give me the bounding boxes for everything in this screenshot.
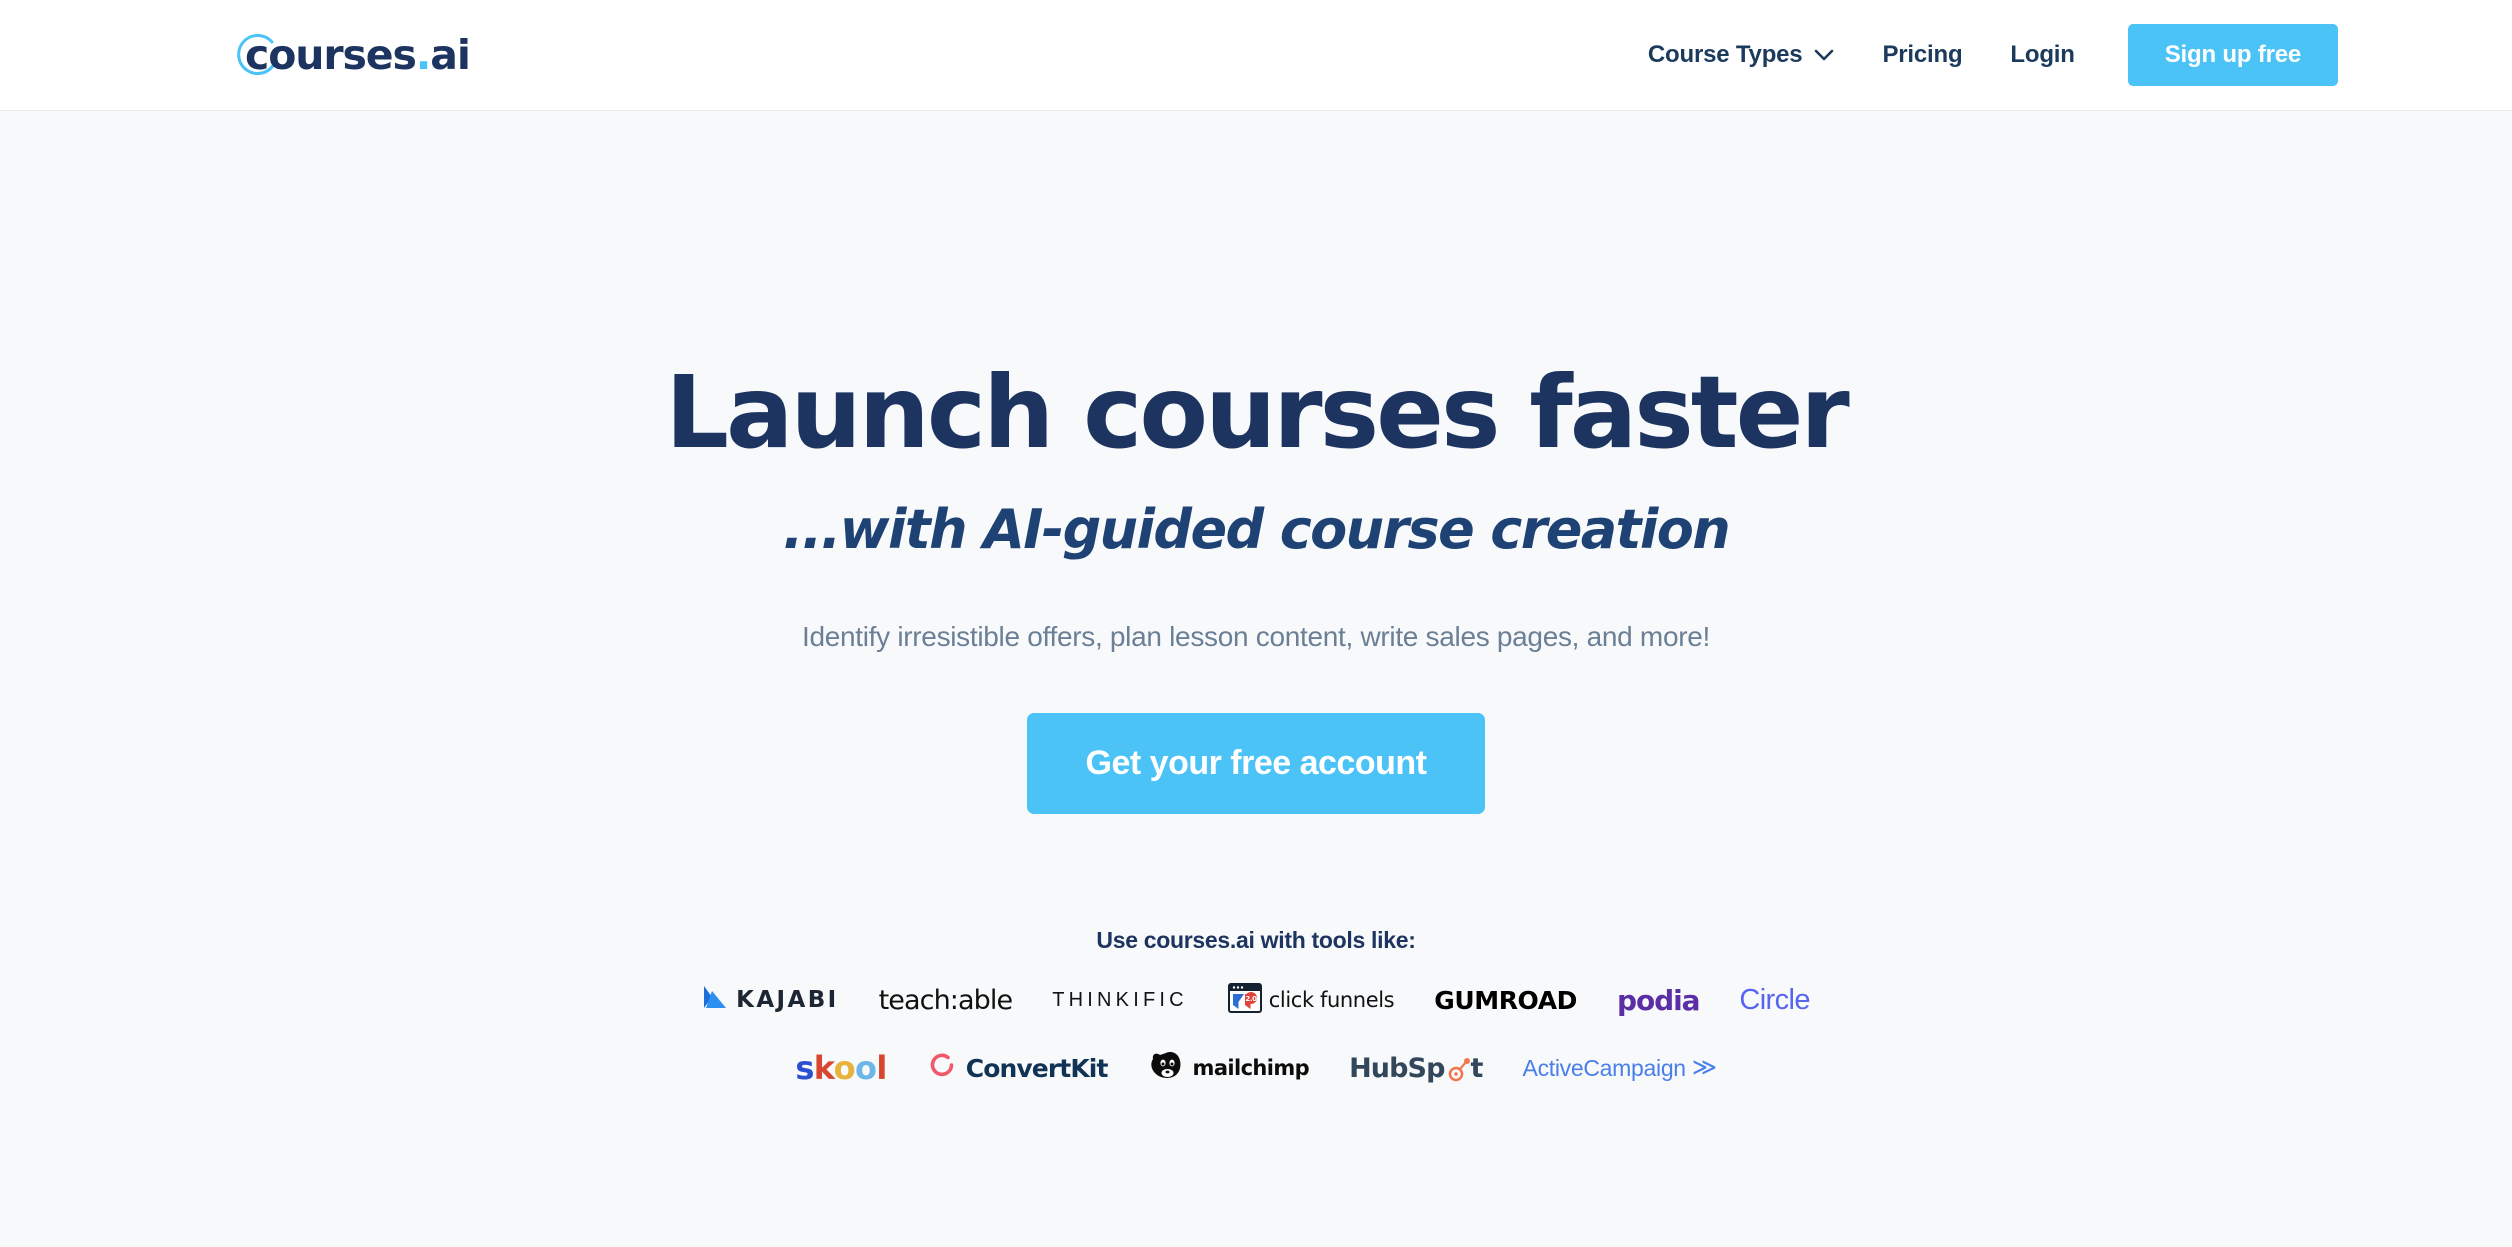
skool-letter-s: s [795, 1049, 814, 1087]
site-logo[interactable]: courses.ai [232, 29, 471, 81]
hubspot-label-a: HubSp [1349, 1052, 1445, 1084]
nav-item-login-label: Login [2010, 41, 2075, 68]
tool-logo-podia[interactable]: podia [1617, 977, 1700, 1023]
mailchimp-label: mailchimp [1192, 1056, 1310, 1080]
hero-description: Identify irresistible offers, plan lesso… [801, 621, 1711, 652]
convertkit-label: ConvertKit [965, 1053, 1109, 1083]
tool-logo-convertkit[interactable]: ConvertKit [927, 1045, 1108, 1091]
svg-text:2.0: 2.0 [1245, 995, 1257, 1003]
activecampaign-chevron-icon: ≫ [1691, 1054, 1717, 1081]
clickfunnels-mark-icon: 2.0 [1227, 982, 1262, 1018]
gumroad-label: GUMROAD [1434, 985, 1578, 1015]
primary-navigation: Course Types Pricing Login Sign up free [1624, 24, 2338, 86]
tool-logo-circle[interactable]: Circle [1739, 977, 1810, 1023]
skool-letter-l: l [876, 1049, 887, 1087]
chevron-down-icon [1814, 49, 1834, 61]
circle-label: Circle [1739, 983, 1810, 1016]
nav-item-course-types-label: Course Types [1647, 41, 1803, 68]
activecampaign-label: ActiveCampaign [1522, 1054, 1687, 1081]
nav-item-pricing-label: Pricing [1882, 41, 1963, 68]
clickfunnels-label: click funnels [1268, 988, 1395, 1012]
mailchimp-freddie-icon [1148, 1046, 1188, 1091]
get-free-account-button[interactable]: Get your free account [1026, 713, 1486, 814]
nav-item-login[interactable]: Login [1986, 41, 2098, 69]
teachable-label: teach:able [878, 984, 1014, 1016]
hubspot-sprocket-icon [1445, 1053, 1471, 1084]
logo-text-main: courses [245, 30, 417, 79]
tool-logo-thinkific[interactable]: THINKIFIC [1052, 977, 1188, 1023]
tool-logo-kajabi[interactable]: KAJABI [702, 977, 838, 1023]
tool-logo-teachable[interactable]: teach:able [878, 977, 1014, 1023]
logo-text-dot: . [415, 30, 432, 79]
skool-letter-o2: o [855, 1049, 877, 1087]
tool-logo-row-2: skool ConvertKit mailchimp HubSp t Activ… [0, 1045, 2512, 1091]
convertkit-mark-icon [927, 1050, 957, 1086]
tool-logo-mailchimp[interactable]: mailchimp [1148, 1045, 1310, 1091]
tool-logo-skool[interactable]: skool [795, 1045, 887, 1091]
tools-heading: Use courses.ai with tools like: [1096, 927, 1416, 953]
skool-letter-k: k [813, 1049, 834, 1087]
tool-logo-gumroad[interactable]: GUMROAD [1434, 977, 1577, 1023]
tool-logo-activecampaign[interactable]: ActiveCampaign ≫ [1523, 1045, 1717, 1091]
tool-logo-hubspot[interactable]: HubSp t [1349, 1045, 1484, 1091]
nav-item-course-types[interactable]: Course Types [1624, 41, 1859, 69]
hero-section: Launch courses faster ...with AI-guided … [0, 111, 2512, 1247]
hero-cta-container: Get your free account [0, 713, 2512, 814]
sign-up-free-button[interactable]: Sign up free [2127, 24, 2338, 86]
hubspot-label-b: t [1470, 1052, 1484, 1084]
podia-label: podia [1617, 983, 1700, 1017]
kajabi-mark-icon [702, 984, 728, 1016]
site-header: courses.ai Course Types Pricing Login Si… [0, 0, 2512, 111]
kajabi-label: KAJABI [736, 987, 839, 1013]
skool-label: skool [795, 1049, 887, 1087]
tool-logo-clickfunnels[interactable]: 2.0 click funnels [1227, 977, 1395, 1023]
tools-section: Use courses.ai with tools like: KAJABI t… [0, 927, 2512, 1091]
thinkific-label: THINKIFIC [1052, 988, 1188, 1011]
site-logo-text: courses.ai [245, 34, 471, 76]
tool-logo-row-1: KAJABI teach:able THINKIFIC 2.0 click fu… [0, 977, 2512, 1023]
hero-title: Launch courses faster [665, 354, 1849, 471]
skool-letter-o1: o [833, 1049, 856, 1087]
hero-subtitle: ...with AI-guided course creation [782, 498, 1731, 561]
logo-text-suffix: ai [430, 30, 471, 79]
nav-item-pricing[interactable]: Pricing [1858, 41, 1986, 69]
